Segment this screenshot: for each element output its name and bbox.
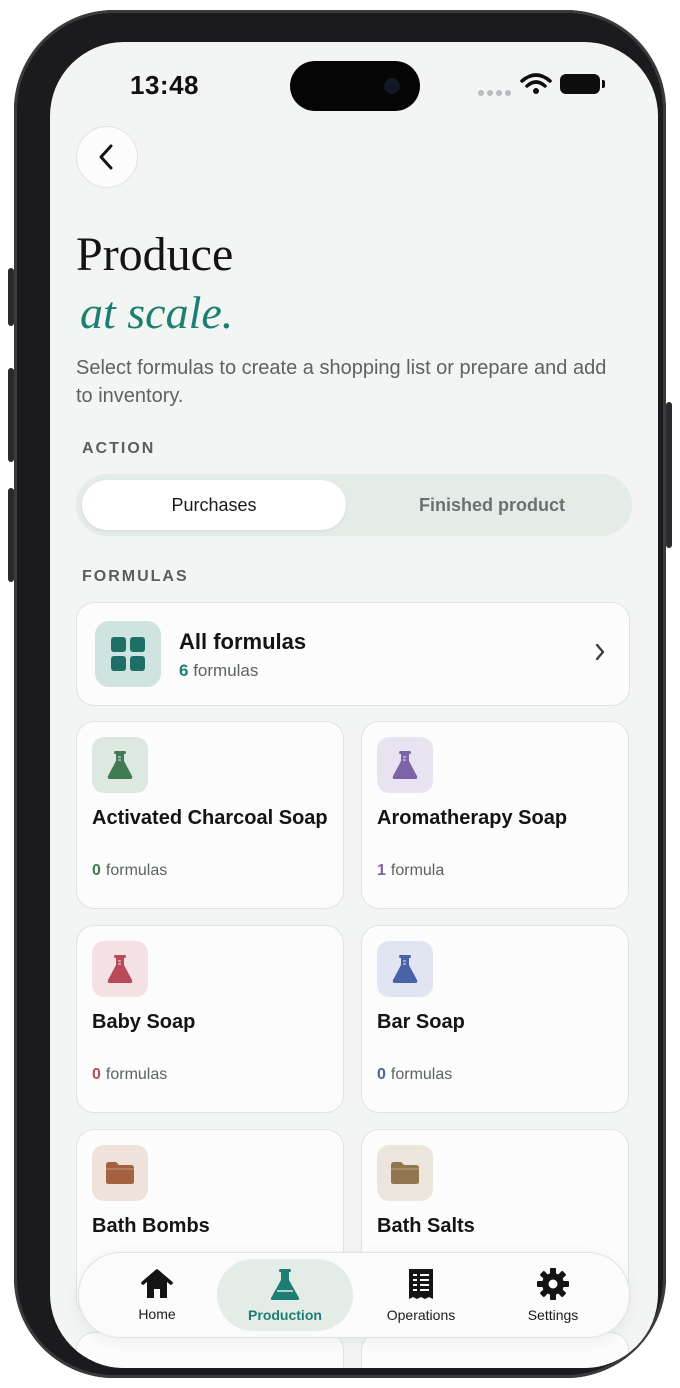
nav-settings[interactable]: Settings — [485, 1253, 621, 1337]
page-title-accent: at scale. — [80, 287, 234, 338]
nav-label: Production — [248, 1307, 322, 1323]
status-time: 13:48 — [130, 70, 199, 100]
camera-icon — [384, 78, 400, 94]
phone-frame: 13:48 Produce at scale. Select formulas … — [8, 10, 672, 1378]
app-screen: 13:48 Produce at scale. Select formulas … — [50, 42, 658, 1368]
category-count: 0 formulas — [92, 862, 168, 879]
nav-home[interactable]: Home — [89, 1253, 225, 1337]
all-formulas-card[interactable]: All formulas 6 formulas — [76, 602, 630, 706]
flask-icon — [392, 955, 418, 983]
category-card-activated-charcoal-soap[interactable]: Activated Charcoal Soap 0 formulas — [76, 721, 344, 909]
cellular-signal-icon — [478, 90, 511, 96]
category-icon-tile — [377, 737, 433, 793]
dynamic-island — [290, 61, 420, 111]
chevron-left-icon — [99, 144, 113, 170]
category-card-baby-soap[interactable]: Baby Soap 0 formulas — [76, 925, 344, 1113]
wifi-icon — [520, 73, 552, 94]
category-name: Bath Bombs — [92, 1215, 210, 1237]
category-count: 1 formula — [377, 862, 445, 879]
page-subtitle: Select formulas to create a shopping lis… — [76, 357, 607, 407]
nav-label: Settings — [527, 1307, 579, 1323]
category-icon-tile — [377, 1145, 433, 1201]
home-icon — [141, 1269, 173, 1298]
chevron-right-icon — [595, 643, 605, 661]
category-icon-tile — [377, 941, 433, 997]
category-card-bar-soap[interactable]: Bar Soap 0 formulas — [361, 925, 629, 1113]
mute-switch — [8, 268, 14, 326]
volume-down-button — [8, 488, 14, 582]
action-section-label: ACTION — [82, 440, 156, 457]
flask-icon — [107, 955, 133, 983]
category-icon-tile — [92, 1145, 148, 1201]
flask-icon — [392, 751, 418, 779]
gear-icon — [537, 1268, 569, 1300]
flask-icon — [107, 751, 133, 779]
category-icon-tile — [92, 941, 148, 997]
nav-label: Operations — [386, 1307, 456, 1323]
folder-icon — [391, 1162, 419, 1184]
grid-icon — [95, 621, 161, 687]
power-button — [666, 402, 672, 548]
category-name: Aromatherapy Soap — [377, 807, 568, 829]
battery-icon — [560, 74, 605, 94]
document-icon — [409, 1269, 433, 1299]
page-title: Produce — [76, 228, 234, 281]
tab-purchases[interactable]: Purchases — [82, 480, 346, 530]
action-segmented-control: Purchases Finished product — [76, 474, 632, 536]
category-name: Bar Soap — [377, 1011, 465, 1033]
nav-operations[interactable]: Operations — [353, 1253, 489, 1337]
nav-label: Home — [138, 1306, 176, 1322]
volume-up-button — [8, 368, 14, 462]
back-button[interactable] — [76, 126, 138, 188]
flask-icon — [270, 1269, 300, 1300]
category-name: Activated Charcoal Soap — [92, 807, 328, 829]
category-card-aromatherapy-soap[interactable]: Aromatherapy Soap 1 formula — [361, 721, 629, 909]
category-icon-tile — [92, 737, 148, 793]
category-name: Baby Soap — [92, 1011, 196, 1033]
status-bar: 13:48 — [50, 42, 658, 132]
all-formulas-title: All formulas — [179, 629, 307, 654]
tab-finished-product[interactable]: Finished product — [360, 480, 624, 530]
category-name: Bath Salts — [377, 1215, 475, 1237]
folder-icon — [106, 1162, 134, 1184]
category-count: 0 formulas — [92, 1066, 168, 1083]
formulas-section-label: FORMULAS — [82, 568, 189, 585]
nav-production[interactable]: Production — [217, 1259, 353, 1331]
category-count: 0 formulas — [377, 1066, 453, 1083]
bottom-tab-bar: Home Production Operations Settings — [78, 1252, 630, 1338]
all-formulas-count: 6 formulas — [179, 661, 259, 680]
